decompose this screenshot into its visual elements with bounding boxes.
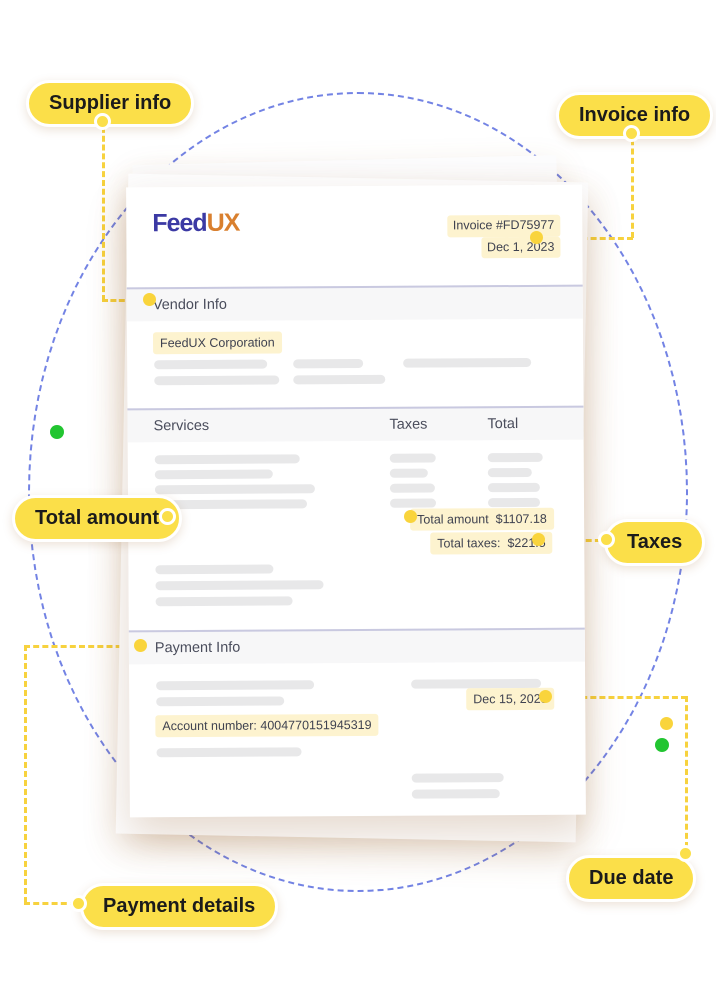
table-row: [389, 468, 428, 478]
placeholder-bar: [156, 747, 302, 758]
callout-dot-total-amount: [159, 508, 176, 525]
anchor-dot-total-taxes: [532, 533, 545, 546]
anchor-dot-invoice-meta: [530, 231, 543, 244]
placeholder-bar: [154, 359, 268, 370]
table-row: [154, 469, 273, 480]
table-row: [154, 454, 300, 465]
guide-node-right: [655, 738, 669, 752]
total-amount-value: $1107.18: [495, 511, 547, 527]
taxes-column-header: Taxes: [389, 416, 428, 433]
table-row: [487, 482, 540, 493]
connector-duedate-vertical: [685, 696, 688, 848]
logo-text-ux: UX: [206, 208, 240, 237]
logo-text-feed: Feed: [152, 208, 207, 238]
anchor-dot-payment-info: [134, 639, 147, 652]
anchor-dot-vendor-info: [143, 293, 156, 306]
illustration-canvas: FeedUX Invoice #FD75977 Dec 1, 2023 Vend…: [0, 0, 716, 1000]
total-amount-chip: Total amount $1107.18: [410, 507, 554, 531]
total-taxes-label: Total taxes:: [437, 536, 501, 551]
vendor-company-name: FeedUX Corporation: [152, 331, 282, 355]
invoice-meta: Invoice #FD75977 Dec 1, 2023: [446, 214, 561, 259]
anchor-dot-due-date: [539, 690, 552, 703]
invoice-date: Dec 1, 2023: [480, 236, 561, 259]
placeholder-bar: [155, 580, 324, 591]
total-amount-label: Total amount: [417, 512, 489, 527]
table-row: [389, 498, 437, 508]
feedux-logo: FeedUX: [152, 209, 239, 239]
table-row: [389, 453, 436, 463]
payment-info-band: Payment Info: [128, 627, 585, 665]
placeholder-bar: [155, 564, 274, 575]
table-row: [154, 484, 315, 495]
placeholder-bar: [411, 789, 500, 799]
placeholder-bar: [411, 773, 504, 783]
placeholder-bar: [293, 374, 386, 385]
invoice-number: Invoice #FD75977: [446, 214, 561, 238]
callout-dot-due-date: [677, 845, 694, 862]
total-column-header: Total: [487, 416, 519, 433]
callout-dot-taxes: [598, 531, 615, 548]
connector-supplier-vertical: [102, 118, 105, 301]
table-row: [389, 483, 435, 493]
guide-node-left: [50, 425, 64, 439]
connector-invoice-vertical: [631, 130, 634, 238]
callout-dot-payment-details: [70, 895, 87, 912]
callout-dot-supplier-info: [94, 113, 111, 130]
callout-taxes[interactable]: Taxes: [604, 519, 706, 566]
callout-dot-invoice-info: [623, 125, 640, 142]
services-column-header: Services: [153, 417, 210, 435]
placeholder-bar: [156, 696, 285, 707]
callout-payment-details[interactable]: Payment details: [80, 883, 279, 930]
placeholder-bar: [293, 358, 364, 369]
placeholder-bar: [155, 596, 293, 607]
vendor-info-band: Vendor Info: [126, 284, 583, 322]
callout-due-date[interactable]: Due date: [566, 855, 697, 902]
connector-payment-horizontal-2: [24, 902, 76, 905]
callout-total-amount[interactable]: Total amount: [12, 495, 183, 542]
anchor-dot-total-amount: [404, 510, 417, 523]
placeholder-bar: [154, 375, 280, 386]
placeholder-bar: [156, 680, 315, 691]
vendor-info-title: Vendor Info: [152, 296, 228, 314]
table-row: [487, 452, 543, 463]
connector-node-right: [660, 717, 673, 730]
connector-payment-vertical: [24, 645, 27, 903]
placeholder-bar: [403, 357, 532, 368]
invoice-document: FeedUX Invoice #FD75977 Dec 1, 2023 Vend…: [126, 184, 586, 818]
table-row: [487, 467, 532, 478]
services-table-band: Services Taxes Total: [127, 405, 584, 443]
table-row: [487, 497, 541, 508]
account-number: Account number: 4004770151945319: [155, 713, 379, 738]
